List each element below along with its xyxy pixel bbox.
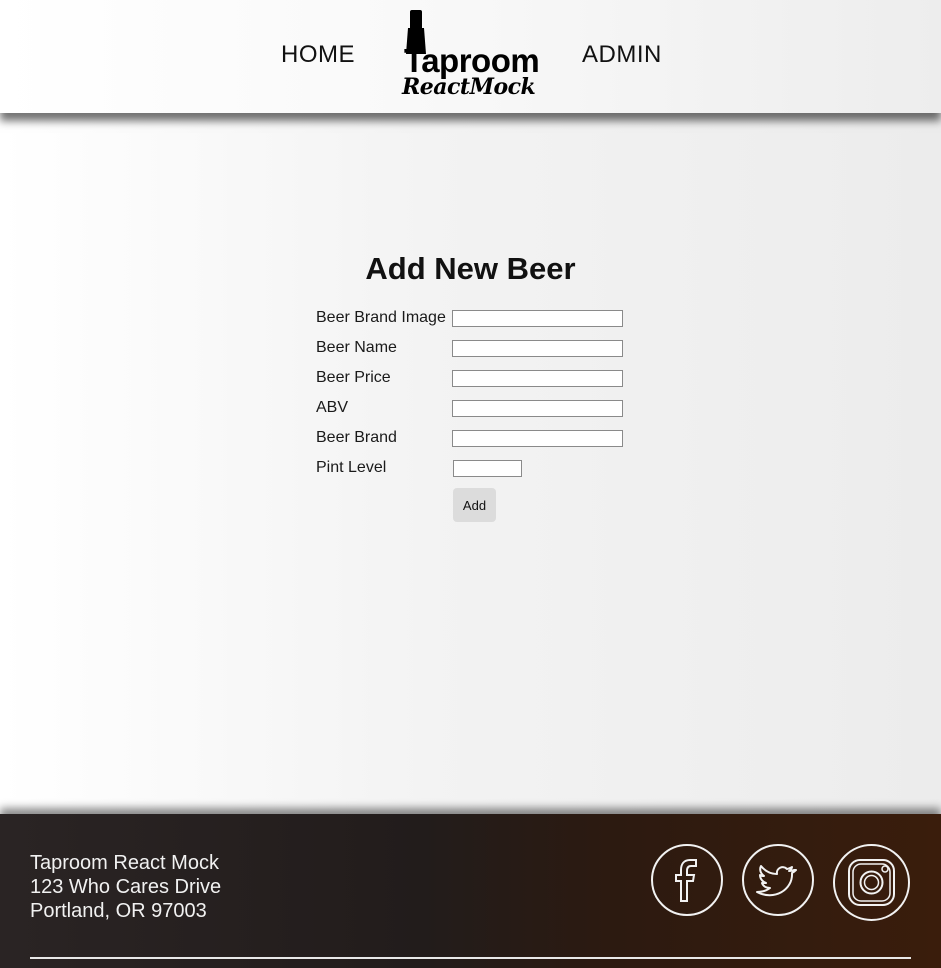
add-beer-button[interactable]: Add: [453, 488, 496, 522]
footer-company-name: Taproom React Mock: [30, 852, 219, 874]
beer-brand-input[interactable]: [452, 430, 623, 447]
taproom-logo[interactable]: Taproom ReactMock: [398, 8, 540, 104]
beer-price-input[interactable]: [452, 370, 623, 387]
footer-street-address: 123 Who Cares Drive: [30, 876, 222, 898]
pint-level-input[interactable]: [453, 460, 522, 477]
nav-admin-link[interactable]: ADMIN: [582, 41, 662, 69]
form-title: Add New Beer: [365, 251, 576, 286]
tap-handle-icon: [410, 10, 422, 30]
nav-home-link[interactable]: HOME: [281, 41, 355, 69]
site-header: HOME Taproom ReactMock ADMIN: [0, 0, 941, 113]
twitter-icon[interactable]: [742, 844, 814, 916]
facebook-icon[interactable]: [651, 844, 723, 916]
beer-name-label: Beer Name: [316, 339, 397, 356]
beer-brand-image-label: Beer Brand Image: [316, 309, 446, 326]
instagram-icon[interactable]: [833, 844, 910, 921]
beer-name-input[interactable]: [452, 340, 623, 357]
logo-subtitle: ReactMock: [402, 74, 536, 100]
pint-level-label: Pint Level: [316, 459, 387, 476]
beer-brand-image-input[interactable]: [452, 310, 623, 327]
beer-brand-label: Beer Brand: [316, 429, 397, 446]
footer-divider: [30, 957, 911, 959]
site-footer: Taproom React Mock 123 Who Cares Drive P…: [0, 814, 941, 968]
abv-input[interactable]: [452, 400, 623, 417]
footer-city-address: Portland, OR 97003: [30, 900, 207, 922]
abv-label: ABV: [316, 399, 349, 416]
beer-price-label: Beer Price: [316, 369, 391, 386]
